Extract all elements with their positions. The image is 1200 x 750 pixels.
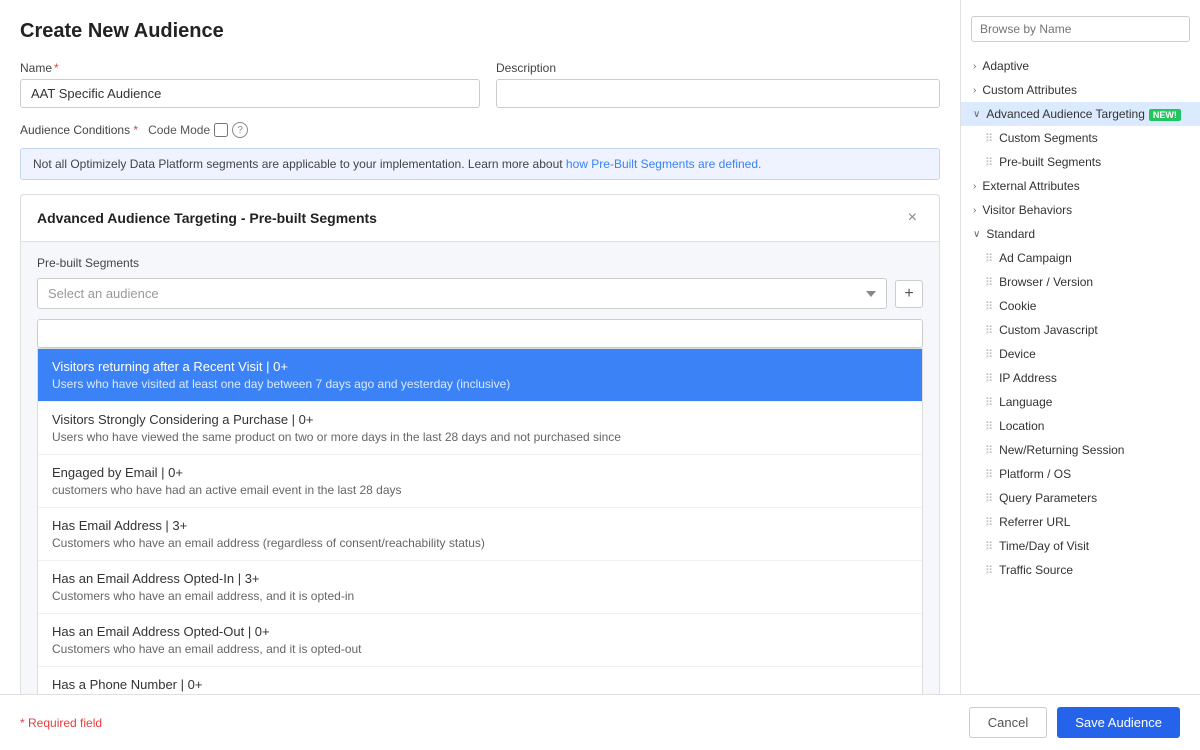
sidebar-child-item[interactable]: ⠿Device (961, 342, 1200, 366)
footer-buttons: Cancel Save Audience (969, 707, 1180, 738)
form-row: Name* AAT Specific Audience Description (20, 61, 940, 108)
description-field-group: Description (496, 61, 940, 108)
sidebar-child-item[interactable]: ⠿IP Address (961, 366, 1200, 390)
dropdown-item[interactable]: Visitors returning after a Recent Visit … (38, 349, 922, 402)
sidebar-item-visitor-behaviors[interactable]: ›Visitor Behaviors (961, 198, 1200, 222)
sidebar-child-item[interactable]: ⠿Traffic Source (961, 558, 1200, 582)
sidebar-child-item[interactable]: ⠿Time/Day of Visit (961, 534, 1200, 558)
page-container: Create New Audience Name* AAT Specific A… (0, 0, 1200, 750)
footer: * Required field Cancel Save Audience (0, 694, 1200, 750)
dropdown-item[interactable]: Visitors Strongly Considering a Purchase… (38, 402, 922, 455)
drag-icon: ⠿ (985, 252, 993, 265)
dropdown-list: Visitors returning after a Recent Visit … (37, 348, 923, 694)
name-field-group: Name* AAT Specific Audience (20, 61, 480, 108)
required-note: * Required field (20, 716, 102, 730)
pre-built-label: Pre-built Segments (37, 256, 923, 270)
drag-icon: ⠿ (985, 492, 993, 505)
sidebar-item-adaptive[interactable]: ›Adaptive (961, 54, 1200, 78)
pre-built-segments-link[interactable]: how Pre-Built Segments are defined. (566, 157, 761, 171)
sidebar-child-item[interactable]: ⠿New/Returning Session (961, 438, 1200, 462)
description-label: Description (496, 61, 940, 75)
save-audience-button[interactable]: Save Audience (1057, 707, 1180, 738)
select-row: Select an audience + (37, 278, 923, 309)
audience-conditions-label: Audience Conditions * (20, 123, 138, 137)
code-mode-label: Code Mode ? (148, 122, 248, 138)
drag-icon: ⠿ (985, 300, 993, 313)
name-label: Name* (20, 61, 480, 75)
drag-icon: ⠿ (985, 516, 993, 529)
sidebar-child-item[interactable]: ⠿Platform / OS (961, 462, 1200, 486)
description-input[interactable] (496, 79, 940, 108)
drag-icon: ⠿ (985, 372, 993, 385)
modal-close-button[interactable]: × (902, 207, 923, 229)
dropdown-item[interactable]: Engaged by Email | 0+customers who have … (38, 455, 922, 508)
dropdown-item[interactable]: Has an Email Address Opted-Out | 0+Custo… (38, 614, 922, 667)
dropdown-search-input[interactable] (37, 319, 923, 348)
help-icon[interactable]: ? (232, 122, 248, 138)
add-button[interactable]: + (895, 280, 923, 308)
info-banner: Not all Optimizely Data Platform segment… (20, 148, 940, 180)
drag-icon: ⠿ (985, 396, 993, 409)
drag-icon: ⠿ (985, 564, 993, 577)
sidebar-child-item[interactable]: ⠿Custom Javascript (961, 318, 1200, 342)
chevron-icon: ∨ (973, 229, 980, 240)
sidebar-child-item[interactable]: ⠿Language (961, 390, 1200, 414)
code-mode-checkbox[interactable] (214, 123, 228, 137)
dropdown-item[interactable]: Has an Email Address Opted-In | 3+Custom… (38, 561, 922, 614)
right-search-box (961, 10, 1200, 48)
chevron-icon: › (973, 61, 976, 72)
sidebar-child-item[interactable]: ⠿Cookie (961, 294, 1200, 318)
drag-icon: ⠿ (985, 156, 993, 169)
drag-icon: ⠿ (985, 324, 993, 337)
right-panel: ›Adaptive›Custom Attributes∨Advanced Aud… (960, 0, 1200, 694)
sidebar-child-item[interactable]: ⠿Custom Segments (961, 126, 1200, 150)
drag-icon: ⠿ (985, 132, 993, 145)
modal-title: Advanced Audience Targeting - Pre-built … (37, 210, 377, 226)
cancel-button[interactable]: Cancel (969, 707, 1047, 738)
left-panel: Create New Audience Name* AAT Specific A… (0, 0, 960, 694)
sidebar-item-external-attributes[interactable]: ›External Attributes (961, 174, 1200, 198)
drag-icon: ⠿ (985, 444, 993, 457)
right-search-input[interactable] (971, 16, 1190, 42)
modal-overlay: Advanced Audience Targeting - Pre-built … (20, 194, 940, 694)
drag-icon: ⠿ (985, 348, 993, 361)
sidebar-child-item[interactable]: ⠿Pre-built Segments (961, 150, 1200, 174)
sidebar-child-item[interactable]: ⠿Ad Campaign (961, 246, 1200, 270)
modal-header: Advanced Audience Targeting - Pre-built … (21, 195, 939, 242)
drag-icon: ⠿ (985, 276, 993, 289)
chevron-icon: › (973, 181, 976, 192)
page-title: Create New Audience (20, 20, 940, 43)
sidebar-item-standard[interactable]: ∨Standard (961, 222, 1200, 246)
chevron-icon: ∨ (973, 109, 980, 120)
dropdown-item[interactable]: Has Email Address | 3+Customers who have… (38, 508, 922, 561)
right-tree: ›Adaptive›Custom Attributes∨Advanced Aud… (961, 54, 1200, 582)
drag-icon: ⠿ (985, 420, 993, 433)
main-content: Create New Audience Name* AAT Specific A… (0, 0, 1200, 694)
sidebar-item-advanced-audience-targeting[interactable]: ∨Advanced Audience TargetingNEW! (961, 102, 1200, 126)
sidebar-child-item[interactable]: ⠿Referrer URL (961, 510, 1200, 534)
sidebar-child-item[interactable]: ⠿Query Parameters (961, 486, 1200, 510)
drag-icon: ⠿ (985, 540, 993, 553)
name-input[interactable]: AAT Specific Audience (20, 79, 480, 108)
chevron-icon: › (973, 205, 976, 216)
audience-select[interactable]: Select an audience (37, 278, 887, 309)
chevron-icon: › (973, 85, 976, 96)
dropdown-item[interactable]: Has a Phone Number | 0+Customers who hav… (38, 667, 922, 694)
drag-icon: ⠿ (985, 468, 993, 481)
audience-conditions-row: Audience Conditions * Code Mode ? (20, 122, 940, 138)
sidebar-child-item[interactable]: ⠿Location (961, 414, 1200, 438)
sidebar-item-custom-attributes[interactable]: ›Custom Attributes (961, 78, 1200, 102)
sidebar-child-item[interactable]: ⠿Browser / Version (961, 270, 1200, 294)
modal-body: Pre-built Segments Select an audience + … (21, 242, 939, 694)
